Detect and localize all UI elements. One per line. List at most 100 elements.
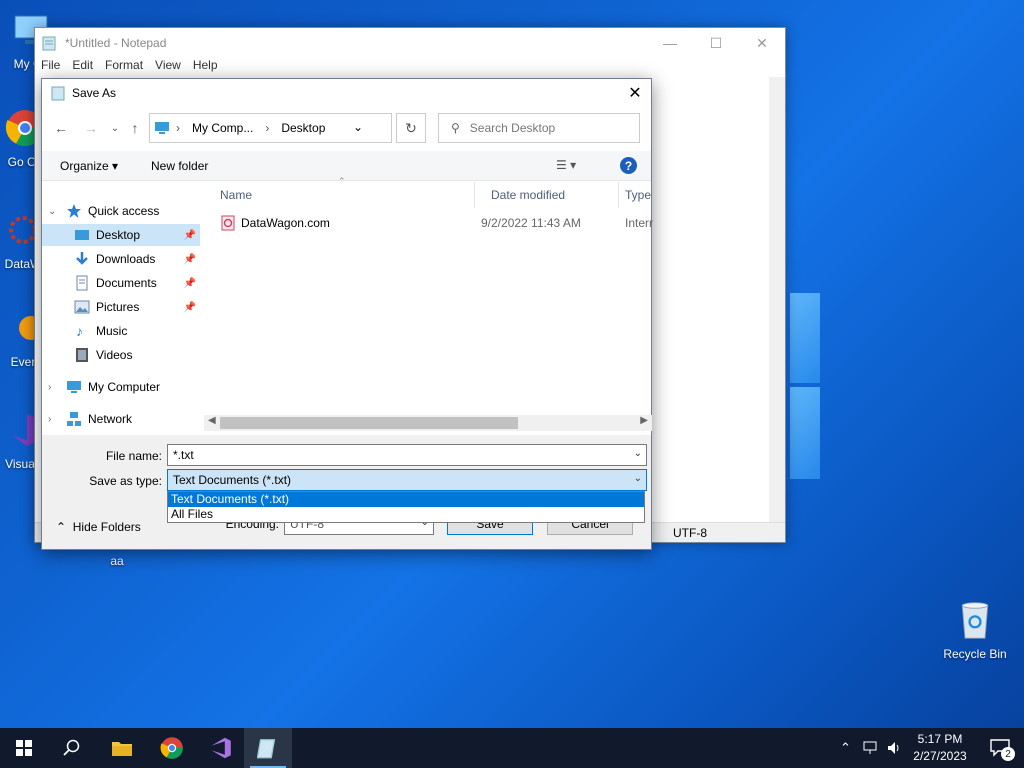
file-row[interactable]: DataWagon.com 9/2/2022 11:43 AM Interr: [204, 212, 653, 234]
collapse-arrow-icon[interactable]: ⌄: [48, 206, 58, 217]
notepad-menubar: File Edit Format View Help: [35, 58, 785, 76]
tree-item-music[interactable]: ♪ Music: [42, 320, 200, 342]
up-button[interactable]: ↑: [124, 117, 146, 139]
scrollbar-thumb[interactable]: [220, 417, 518, 429]
breadcrumb-desktop[interactable]: Desktop: [281, 121, 325, 135]
column-header-date-modified[interactable]: Date modified: [475, 182, 619, 208]
breadcrumb-my-computer[interactable]: My Comp...: [192, 121, 253, 135]
taskbar: ⌃ 5:17 PM 2/27/2023 2: [0, 728, 1024, 768]
chevron-down-icon[interactable]: ⌄: [353, 120, 363, 134]
file-name-input[interactable]: *.txt ⌄: [167, 444, 647, 466]
command-bar: Organize ▾ New folder ☰ ▾ ?: [42, 151, 651, 181]
file-list: ⌃ Name Date modified Type DataWagon.com …: [204, 176, 653, 434]
menu-view[interactable]: View: [155, 58, 181, 76]
show-hidden-icons-chevron-icon[interactable]: ⌃: [840, 740, 851, 756]
music-icon: ♪: [76, 323, 83, 339]
pin-icon[interactable]: 📌: [184, 254, 196, 265]
column-header-type[interactable]: Type: [619, 182, 659, 208]
menu-file[interactable]: File: [41, 58, 60, 76]
clock-time: 5:17 PM: [917, 732, 963, 746]
desktop-folder-label[interactable]: aa: [82, 554, 152, 568]
scroll-left-icon[interactable]: ◀: [208, 415, 216, 426]
refresh-button[interactable]: ↻: [396, 113, 426, 143]
horizontal-scrollbar[interactable]: ◀ ▶: [204, 415, 652, 431]
network-icon[interactable]: [862, 740, 880, 756]
chevron-up-icon: ⌃: [56, 520, 67, 534]
menu-help[interactable]: Help: [193, 58, 218, 76]
tree-item-pictures[interactable]: Pictures 📌: [42, 296, 200, 318]
pin-icon[interactable]: 📌: [184, 302, 196, 313]
pin-icon[interactable]: 📌: [184, 278, 196, 289]
tree-item-videos[interactable]: Videos: [42, 344, 200, 366]
search-button[interactable]: [48, 728, 96, 768]
network-icon: [67, 412, 81, 426]
expand-arrow-icon[interactable]: ›: [48, 414, 58, 425]
menu-format[interactable]: Format: [105, 58, 143, 76]
tree-item-desktop[interactable]: Desktop 📌: [42, 224, 200, 246]
star-icon: [67, 204, 81, 218]
status-encoding: UTF-8: [673, 526, 707, 540]
search-box[interactable]: ⚲ Search Desktop: [438, 113, 640, 143]
desktop-icon: [75, 230, 89, 240]
maximize-button[interactable]: ☐: [693, 28, 739, 58]
scroll-right-icon[interactable]: ▶: [640, 415, 648, 426]
chevron-down-icon[interactable]: ⌄: [634, 473, 642, 484]
tree-item-downloads[interactable]: Downloads 📌: [42, 248, 200, 270]
taskbar-visual-studio[interactable]: [196, 728, 244, 768]
recent-locations-button[interactable]: ⌄: [104, 117, 126, 139]
notepad-title: *Untitled - Notepad: [65, 36, 167, 50]
dropdown-option-all-files[interactable]: All Files: [168, 507, 644, 522]
chevron-right-icon: ›: [176, 121, 180, 135]
menu-edit[interactable]: Edit: [72, 58, 93, 76]
download-icon: [76, 252, 88, 265]
file-date: 9/2/2022 11:43 AM: [481, 216, 581, 230]
notepad-vertical-scrollbar[interactable]: [769, 77, 785, 522]
windows-start-icon: [16, 740, 32, 756]
search-placeholder: Search Desktop: [469, 121, 556, 135]
desktop-icon-recycle-bin[interactable]: Recycle Bin: [940, 600, 1010, 661]
document-icon: [76, 275, 88, 291]
column-header-name[interactable]: Name: [204, 182, 475, 208]
computer-icon: [155, 122, 169, 134]
dialog-title: Save As: [72, 86, 117, 100]
dropdown-option-text-documents[interactable]: Text Documents (*.txt): [168, 492, 644, 507]
minimize-button[interactable]: —: [647, 28, 693, 58]
dialog-close-button[interactable]: ✕: [619, 79, 651, 107]
save-as-type-select[interactable]: Text Documents (*.txt) ⌄: [167, 469, 647, 491]
tree-item-network[interactable]: › Network: [42, 408, 200, 430]
navigation-pane: ⌄ Quick access Desktop 📌 Downloads 📌 Doc…: [42, 182, 202, 434]
organize-button[interactable]: Organize ▾: [60, 159, 118, 173]
chevron-right-icon: ›: [265, 121, 270, 135]
search-icon: [63, 739, 80, 756]
taskbar-notepad[interactable]: [244, 728, 292, 768]
recycle-bin-icon: [961, 602, 989, 639]
picture-icon: [74, 300, 90, 314]
close-button[interactable]: ✕: [739, 28, 785, 58]
file-name-label: File name:: [105, 449, 162, 463]
new-folder-button[interactable]: New folder: [151, 159, 208, 173]
tree-item-quick-access[interactable]: ⌄ Quick access: [42, 200, 200, 222]
volume-icon[interactable]: [886, 740, 902, 756]
help-icon[interactable]: ?: [620, 157, 637, 174]
taskbar-file-explorer[interactable]: [98, 728, 146, 768]
tree-item-documents[interactable]: Documents 📌: [42, 272, 200, 294]
forward-button[interactable]: →: [80, 117, 102, 139]
visual-studio-icon: [211, 737, 231, 759]
notepad-icon: [51, 86, 65, 101]
address-bar[interactable]: › My Comp... › Desktop ⌄: [149, 113, 392, 143]
view-options-button[interactable]: ☰ ▾: [556, 158, 576, 172]
notification-center-button[interactable]: 2: [976, 728, 1024, 768]
computer-icon: [67, 381, 81, 393]
taskbar-chrome[interactable]: [148, 728, 196, 768]
system-clock[interactable]: 5:17 PM 2/27/2023: [908, 731, 972, 765]
back-button[interactable]: ←: [50, 117, 72, 139]
pin-icon[interactable]: 📌: [184, 230, 196, 241]
dialog-titlebar[interactable]: Save As: [42, 79, 651, 107]
hide-folders-button[interactable]: ⌃ Hide Folders: [56, 520, 141, 534]
expand-arrow-icon[interactable]: ›: [48, 382, 58, 393]
chevron-down-icon[interactable]: ⌄: [634, 448, 642, 459]
start-button[interactable]: [0, 728, 48, 768]
notepad-icon: [42, 36, 56, 51]
tree-item-my-computer[interactable]: › My Computer: [42, 376, 200, 398]
internet-shortcut-icon: [221, 215, 235, 231]
